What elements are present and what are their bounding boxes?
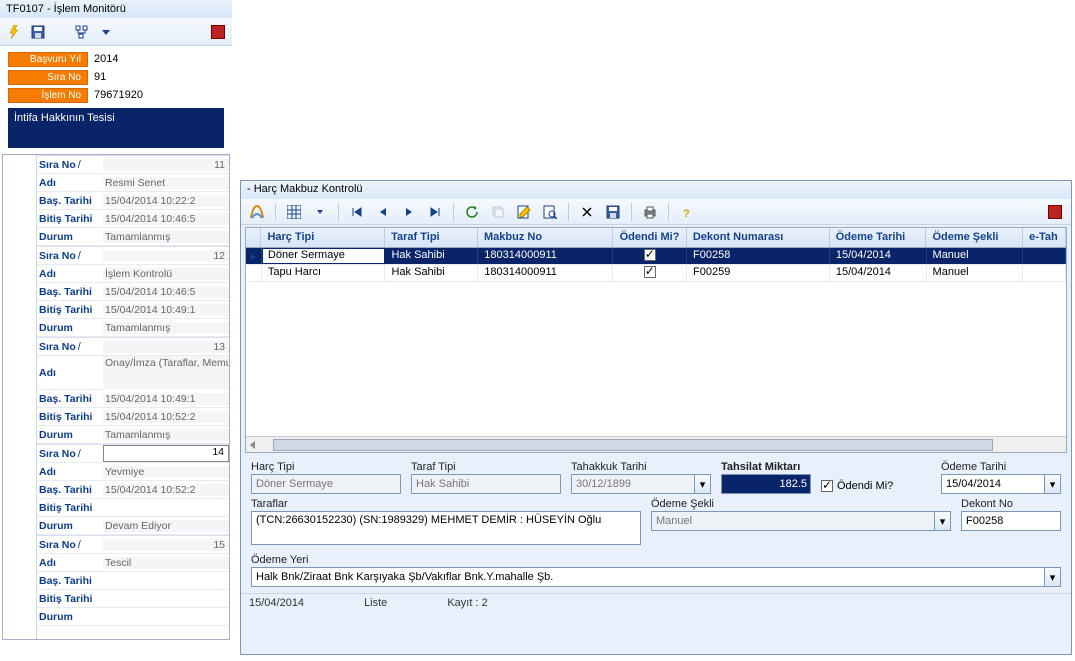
header-block: Başvuru Yıl2014 Sıra No91 İşlem No796719…: [0, 46, 232, 152]
label-sira-no: Sıra No: [8, 70, 88, 85]
nav-next-icon[interactable]: [399, 202, 419, 222]
close-panel-button[interactable]: [208, 22, 228, 42]
svg-text:?: ?: [683, 208, 690, 219]
app-icon[interactable]: [247, 202, 267, 222]
save-icon[interactable]: [603, 202, 623, 222]
input-odeme-tarihi[interactable]: [941, 474, 1044, 494]
zoom-icon[interactable]: [540, 202, 560, 222]
tree-icon[interactable]: [72, 22, 92, 42]
field-odeme-sekli: Ödeme Şekli ▾: [651, 498, 951, 548]
chevron-down-icon[interactable]: ▾: [1044, 567, 1061, 587]
process-card[interactable]: Sıra No/15AdıTescilBaş. TarihiBitiş Tari…: [37, 535, 229, 626]
col-taraf-tipi[interactable]: Taraf Tipi: [385, 228, 478, 247]
chevron-down-icon: ▾: [934, 511, 951, 531]
grid-header: Harç Tipi Taraf Tipi Makbuz No Ödendi Mi…: [246, 228, 1066, 248]
dropdown-icon[interactable]: [96, 22, 116, 42]
field-odeme-tarihi: Ödeme Tarihi ▾: [941, 461, 1061, 494]
delete-icon[interactable]: [577, 202, 597, 222]
col-makbuz-no[interactable]: Makbuz No: [478, 228, 613, 247]
value-islem-no: 79671920: [88, 88, 149, 102]
col-etah[interactable]: e-Tah: [1023, 228, 1066, 247]
field-tahakkuk: Tahakkuk Tarihi ▾: [571, 461, 711, 494]
form-row-2: Taraflar (TCN:26630152230) (SN:1989329) …: [241, 498, 1071, 554]
detail-window-title: - Harç Makbuz Kontrolü: [241, 181, 1071, 199]
refresh-icon[interactable]: [462, 202, 482, 222]
col-odeme-sekli[interactable]: Ödeme Şekli: [926, 228, 1023, 247]
left-window-title: TF0107 - İşlem Monitörü: [0, 0, 232, 18]
col-dekont[interactable]: Dekont Numarası: [687, 228, 830, 247]
edit-icon[interactable]: [514, 202, 534, 222]
col-harc-tipi[interactable]: Harç Tipi: [261, 228, 385, 247]
label-islem-no: İşlem No: [8, 88, 88, 103]
receipt-control-window: - Harç Makbuz Kontrolü ? Harç Tipi Taraf…: [240, 180, 1072, 655]
form-row-1: Harç Tipi Taraf Tipi Tahakkuk Tarihi ▾ T…: [241, 455, 1071, 498]
status-date: 15/04/2014: [249, 597, 304, 609]
process-card[interactable]: Sıra No/12Adıİşlem KontrolüBaş. Tarihi15…: [37, 246, 229, 337]
header-caption: İntifa Hakkının Tesisi: [8, 108, 224, 148]
chevron-down-icon[interactable]: ▾: [1044, 474, 1061, 494]
input-tahsilat[interactable]: [721, 474, 811, 494]
process-card[interactable]: Sıra No/13AdıOnay/İmza (Taraflar, Memur,…: [37, 337, 229, 444]
field-taraf-tipi: Taraf Tipi: [411, 461, 561, 494]
col-odendi-mi[interactable]: Ödendi Mi?: [613, 228, 687, 247]
checkbox-odendi-mi[interactable]: Ödendi Mi?: [821, 476, 893, 496]
input-dekont-no[interactable]: [961, 511, 1061, 531]
status-count: Kayıt : 2: [447, 597, 487, 609]
input-odeme-sekli: [651, 511, 934, 531]
value-basvuru-yil: 2014: [88, 52, 124, 66]
field-odeme-yeri: Ödeme Yeri ▾: [251, 554, 1061, 587]
form-row-3: Ödeme Yeri ▾: [241, 554, 1071, 593]
field-taraflar: Taraflar (TCN:26630152230) (SN:1989329) …: [251, 498, 641, 548]
receipt-grid[interactable]: Harç Tipi Taraf Tipi Makbuz No Ödendi Mi…: [245, 227, 1067, 453]
copy-icon[interactable]: [488, 202, 508, 222]
process-monitor-panel: TF0107 - İşlem Monitörü Başvuru Yıl2014 …: [0, 0, 232, 661]
grid-dropdown-icon[interactable]: [310, 202, 330, 222]
field-harc-tipi: Harç Tipi: [251, 461, 401, 494]
col-odeme-tarihi[interactable]: Ödeme Tarihi: [830, 228, 927, 247]
nav-first-icon[interactable]: [347, 202, 367, 222]
textarea-taraflar[interactable]: (TCN:26630152230) (SN:1989329) MEHMET DE…: [251, 511, 641, 545]
process-card[interactable]: Sıra No/14AdıYevmiyeBaş. Tarihi15/04/201…: [37, 444, 229, 535]
value-sira-no: 91: [88, 70, 112, 84]
input-taraf-tipi: [411, 474, 561, 494]
status-bar: 15/04/2014 Liste Kayıt : 2: [241, 593, 1071, 611]
grid-icon[interactable]: [284, 202, 304, 222]
nav-prev-icon[interactable]: [373, 202, 393, 222]
field-tahsilat: Tahsilat Miktarı: [721, 461, 811, 496]
input-harc-tipi: [251, 474, 401, 494]
help-icon[interactable]: ?: [677, 202, 697, 222]
table-row[interactable]: Tapu HarcıHak Sahibi180314000911F0025915…: [246, 265, 1066, 282]
print-icon[interactable]: [640, 202, 660, 222]
status-mode: Liste: [364, 597, 387, 609]
flash-icon[interactable]: [4, 22, 24, 42]
grid-hscroll[interactable]: [246, 436, 1066, 452]
input-odeme-yeri[interactable]: [251, 567, 1044, 587]
process-step-list: Sıra No/11AdıResmi SenetBaş. Tarihi15/04…: [2, 154, 230, 640]
input-tahakkuk: [571, 474, 694, 494]
left-toolbar: [0, 18, 232, 46]
field-dekont-no: Dekont No: [961, 498, 1061, 548]
save-icon[interactable]: [28, 22, 48, 42]
process-card[interactable]: Sıra No/11AdıResmi SenetBaş. Tarihi15/04…: [37, 155, 229, 246]
nav-last-icon[interactable]: [425, 202, 445, 222]
label-basvuru-yil: Başvuru Yıl: [8, 52, 88, 67]
chevron-down-icon: ▾: [694, 474, 711, 494]
detail-toolbar: ?: [241, 199, 1071, 225]
close-detail-button[interactable]: [1045, 202, 1065, 222]
table-row[interactable]: ▸Döner SermayeHak Sahibi180314000911F002…: [246, 248, 1066, 265]
